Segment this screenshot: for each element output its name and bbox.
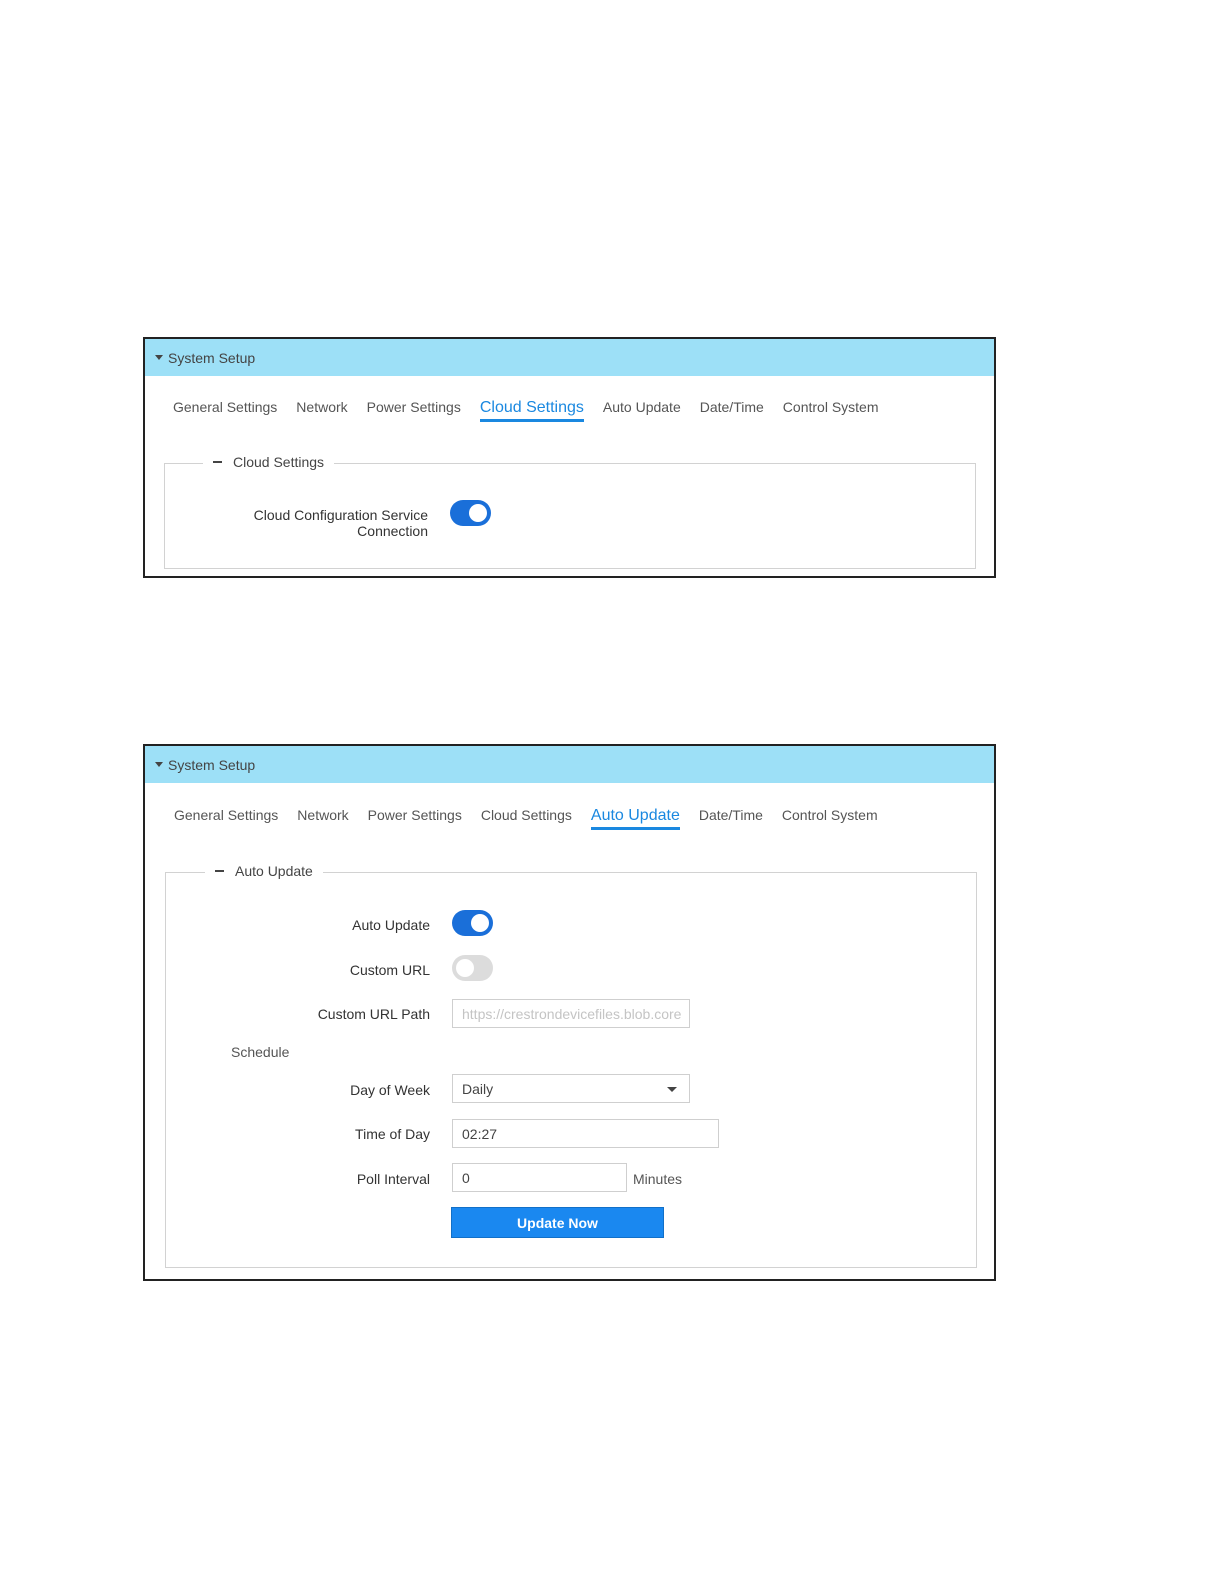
poll-interval-unit: Minutes [633,1171,683,1187]
custom-url-toggle[interactable] [452,955,493,981]
day-of-week-select[interactable]: Daily [452,1074,690,1103]
custom-url-path-label: Custom URL Path [317,1006,430,1022]
caret-down-icon [155,762,163,767]
system-setup-title: System Setup [168,756,256,773]
chevron-down-icon [667,1087,677,1092]
toggle-knob [469,504,487,522]
cloud-config-label: Cloud Configuration Service Connection [253,507,428,539]
cloud-settings-section-title: Cloud Settings [233,454,325,470]
tab-date-time[interactable]: Date/Time [700,399,764,422]
auto-update-section-title: Auto Update [235,863,313,879]
tab-control-system[interactable]: Control System [783,399,879,422]
cloud-settings-screenshot: System Setup General Settings Network Powe… [143,337,996,578]
auto-update-toggle[interactable] [452,910,493,936]
update-now-button[interactable]: Update Now [451,1207,664,1238]
collapse-minus-icon [215,870,224,872]
tab-network[interactable]: Network [297,807,348,830]
poll-interval-label: Poll Interval [356,1171,430,1187]
custom-url-path-input[interactable]: https://crestrondevicefiles.blob.core [452,999,690,1028]
tab-general-settings[interactable]: General Settings [174,807,278,830]
system-setup-title: System Setup [168,349,256,366]
tab-cloud-settings[interactable]: Cloud Settings [479,399,584,422]
collapse-minus-icon [213,461,222,463]
tab-general-settings[interactable]: General Settings [173,399,277,422]
auto-update-legend[interactable]: Auto Update [205,863,323,879]
schedule-label: Schedule [231,1044,290,1060]
tab-auto-update[interactable]: Auto Update [603,399,681,422]
tab-cloud-settings[interactable]: Cloud Settings [481,807,572,830]
day-of-week-label: Day of Week [350,1082,430,1098]
time-of-day-input[interactable]: 02:27 [452,1119,719,1148]
time-of-day-label: Time of Day [355,1126,430,1142]
cloud-config-toggle[interactable] [450,500,491,526]
tab-control-system[interactable]: Control System [782,807,878,830]
auto-update-label: Auto Update [352,917,430,933]
tab-network[interactable]: Network [296,399,347,422]
auto-update-screenshot: System Setup General Settings Network Powe… [143,744,996,1281]
tab-power-settings[interactable]: Power Settings [367,399,461,422]
caret-down-icon [155,355,163,360]
custom-url-label: Custom URL [349,962,430,978]
tab-auto-update[interactable]: Auto Update [590,807,680,830]
poll-interval-input[interactable]: 0 [452,1163,627,1192]
system-setup-header[interactable]: System Setup [145,746,994,783]
toggle-knob [471,914,489,932]
toggle-knob [456,959,474,977]
tab-bar: General Settings Network Power Settings Clo… [145,399,994,422]
tab-power-settings[interactable]: Power Settings [368,807,462,830]
tab-bar: General Settings Network Power Settings Clo… [145,807,994,830]
tab-date-time[interactable]: Date/Time [699,807,763,830]
system-setup-header[interactable]: System Setup [145,339,994,376]
day-of-week-value: Daily [462,1080,494,1097]
cloud-settings-legend[interactable]: Cloud Settings [203,454,335,470]
